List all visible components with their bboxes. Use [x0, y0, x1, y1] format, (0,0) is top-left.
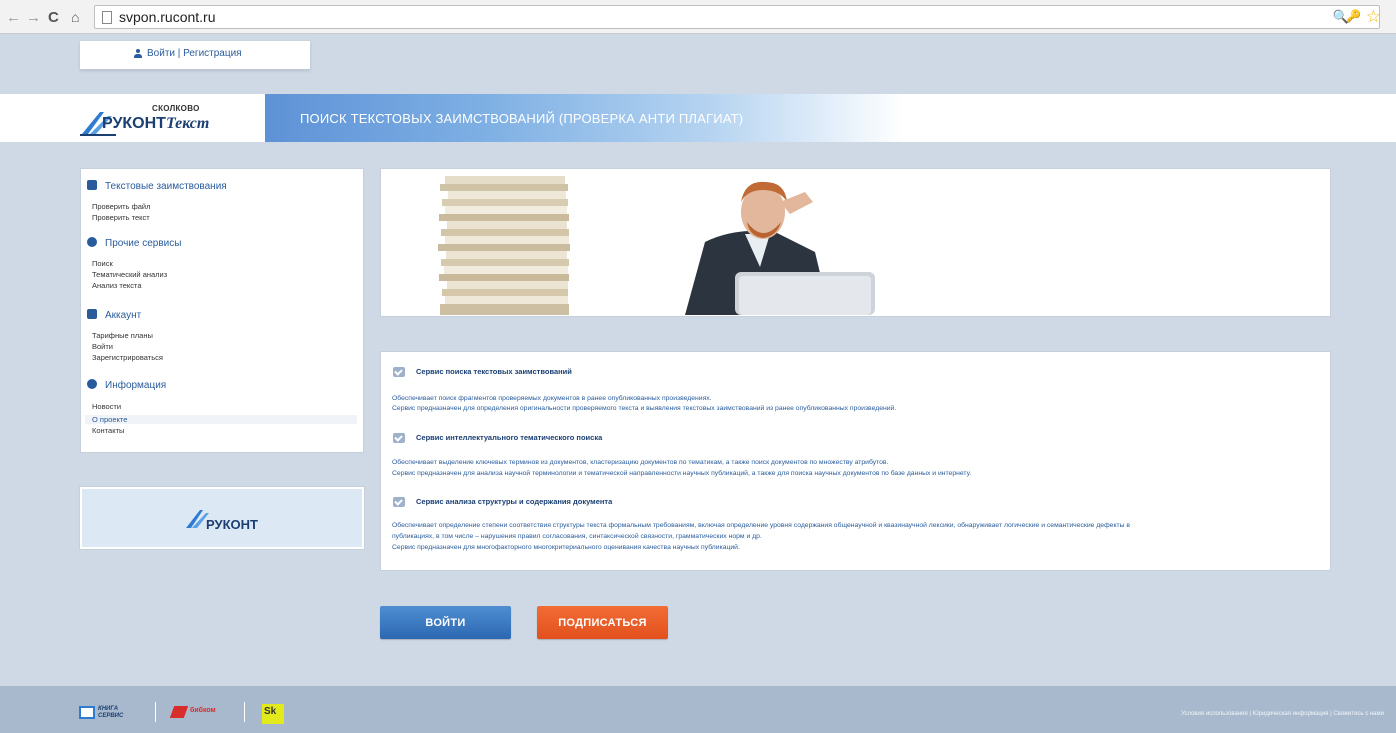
page-title: ПОИСК ТЕКСТОВЫХ ЗАИМСТВОВАНИЙ (ПРОВЕРКА … — [300, 111, 744, 126]
login-register-box: Войти | Регистрация — [80, 41, 310, 70]
sidebar-item-check-file[interactable]: Проверить файл — [92, 202, 151, 211]
services-panel: Сервис поиска текстовых заимствований Об… — [380, 351, 1331, 571]
gear-icon — [87, 237, 97, 247]
bookmark-star-icon[interactable]: ☆ — [1366, 7, 1381, 27]
subscribe-button[interactable]: ПОДПИСАТЬСЯ — [537, 606, 668, 639]
footer-divider — [155, 702, 156, 722]
sidebar-item-about[interactable]: О проекте — [85, 415, 357, 424]
browser-toolbar: ← → C ⌂ svpon.rucont.ru 🔍 🔑 ☆ — [0, 0, 1396, 34]
service-title: Сервис анализа структуры и содержания до… — [416, 497, 613, 506]
sidebar-item-contacts[interactable]: Контакты — [92, 426, 124, 435]
footer: КНИГА СЕРВИС бибком Sk Условия использова… — [0, 686, 1396, 733]
page: Войти | Регистрация СКОЛКОВО РУКОНТТекст… — [0, 35, 1396, 733]
home-icon[interactable]: ⌂ — [71, 9, 79, 25]
forward-arrow-icon[interactable]: → — [26, 9, 41, 26]
footer-divider — [244, 702, 245, 722]
document-icon — [87, 180, 97, 190]
paper-stack — [438, 176, 570, 315]
service-description: Сервис предназначен для многофакторного … — [392, 544, 740, 551]
login-register-link[interactable]: Войти | Регистрация — [147, 48, 242, 59]
skolkovo-logo[interactable]: Sk — [262, 704, 284, 724]
sidebar-item-tariffs[interactable]: Тарифные планы — [92, 331, 153, 340]
service-description: Обеспечивает поиск фрагментов проверяемы… — [392, 395, 712, 402]
footer-links[interactable]: Условия использования | Юридическая инфо… — [1181, 711, 1384, 717]
papers-and-man-illustration — [385, 172, 880, 315]
sidebar-section-other-services[interactable]: Прочие сервисы — [87, 237, 181, 249]
hero-banner — [380, 168, 1331, 317]
check-shield-icon — [393, 367, 405, 377]
lock-icon — [87, 309, 97, 319]
key-icon[interactable]: 🔑 — [1346, 9, 1361, 23]
partner-logo-text: РУКОНТ — [206, 517, 258, 532]
sidebar-item-text-analysis[interactable]: Анализ текста — [92, 281, 142, 290]
service-description: Сервис предназначен для анализа научной … — [392, 470, 972, 477]
hero-image — [385, 172, 880, 315]
sidebar-item-thematic-analysis[interactable]: Тематический анализ — [92, 270, 167, 279]
rucont-partner-banner[interactable]: РУКОНТ — [80, 487, 364, 549]
page-icon — [102, 11, 112, 24]
service-title: Сервис поиска текстовых заимствований — [416, 367, 572, 376]
user-icon — [134, 49, 142, 58]
reload-icon[interactable]: C — [48, 9, 59, 26]
rucont-text-logo[interactable]: СКОЛКОВО РУКОНТТекст — [80, 104, 240, 136]
bibkom-logo[interactable]: бибком — [169, 706, 228, 720]
book-icon — [79, 706, 95, 719]
address-bar[interactable]: svpon.rucont.ru 🔍 🔑 ☆ — [94, 5, 1381, 29]
sidebar-section-information[interactable]: Информация — [87, 379, 166, 391]
service-description: Обеспечивает определение степени соответ… — [392, 522, 1131, 529]
info-icon — [87, 379, 97, 389]
service-title: Сервис интеллектуального тематического п… — [416, 433, 603, 442]
sidebar-section-account[interactable]: Аккаунт — [87, 309, 141, 321]
sidebar-item-register[interactable]: Зарегистрироваться — [92, 353, 163, 362]
sidebar-item-news[interactable]: Новости — [92, 402, 121, 411]
sidebar-item-login[interactable]: Войти — [92, 342, 113, 351]
skolkovo-label: СКОЛКОВО — [152, 104, 200, 113]
brand-name: РУКОНТТекст — [102, 115, 210, 132]
service-description: Обеспечивает выделение ключевых терминов… — [392, 459, 889, 466]
bibkom-mark-icon — [169, 706, 189, 718]
header: СКОЛКОВО РУКОНТТекст ПОИСК ТЕКСТОВЫХ ЗАИ… — [0, 94, 1396, 142]
login-button[interactable]: ВОЙТИ — [380, 606, 511, 639]
check-shield-icon — [393, 433, 405, 443]
sidebar-section-text-borrowings[interactable]: Текстовые заимствования — [87, 180, 227, 192]
check-shield-icon — [393, 497, 405, 507]
service-description: публикациях, в том числе – нарушения пра… — [392, 533, 762, 540]
service-description: Сервис предназначен для определения ориг… — [392, 405, 897, 412]
kniga-servis-logo[interactable]: КНИГА СЕРВИС — [79, 706, 141, 720]
sidebar: Текстовые заимствования Проверить файл П… — [80, 168, 364, 453]
sidebar-item-search[interactable]: Поиск — [92, 259, 113, 268]
url-text[interactable]: svpon.rucont.ru — [119, 9, 216, 25]
sidebar-item-check-text[interactable]: Проверить текст — [92, 213, 150, 222]
back-arrow-icon[interactable]: ← — [6, 9, 21, 26]
